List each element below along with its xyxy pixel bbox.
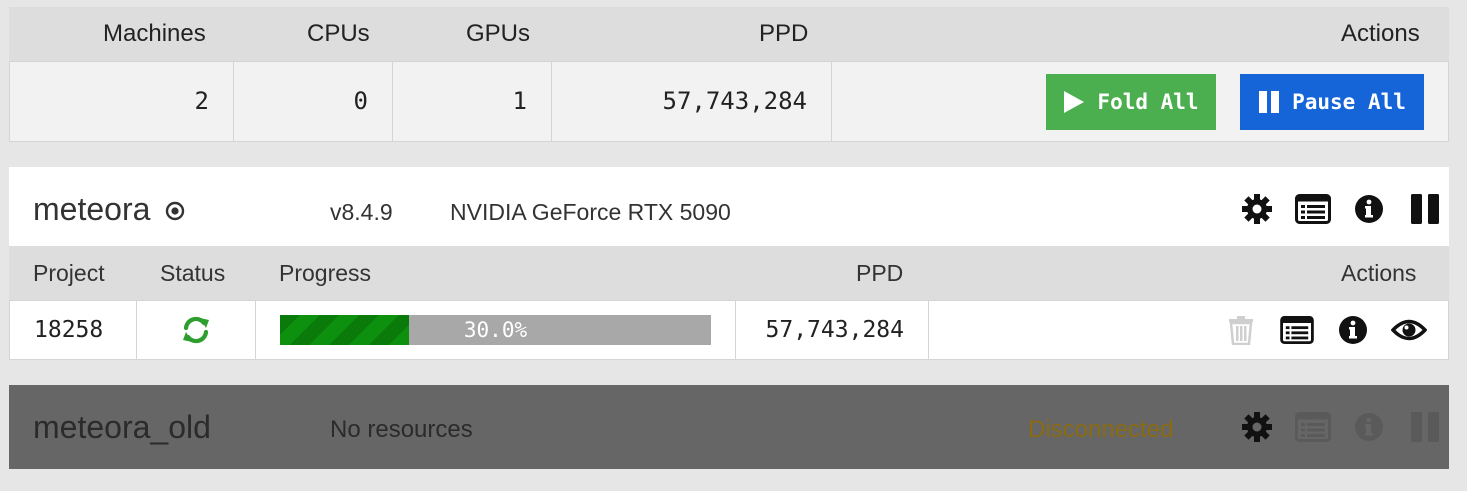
fold-all-button[interactable]: Fold All [1046, 74, 1216, 130]
pause-icon [1411, 412, 1439, 442]
units-header: Project Status Progress PPD Actions [9, 246, 1449, 300]
progress-bar: 30.0% [280, 315, 711, 345]
header-progress: Progress [279, 260, 372, 286]
machine-header: meteora v8.4.9 NVIDIA GeForce RTX 5090 [9, 167, 1449, 246]
delete-button[interactable] [1213, 312, 1269, 348]
gear-icon [1242, 194, 1272, 224]
header-status: Status [160, 260, 226, 286]
total-ppd: 57,743,284 [552, 62, 832, 141]
play-icon [1064, 91, 1085, 113]
unit-info-button[interactable] [1325, 312, 1381, 348]
list-icon [1280, 316, 1314, 344]
gpus-count: 1 [393, 62, 552, 141]
unit-progress-cell: 30.0% [256, 301, 736, 359]
pause-all-button[interactable]: Pause All [1240, 74, 1424, 130]
machine-resources: No resources [330, 416, 473, 443]
log-button [1285, 409, 1341, 445]
cpus-count: 0 [234, 62, 393, 141]
info-icon [1339, 316, 1367, 344]
list-icon [1295, 412, 1331, 442]
list-icon [1295, 194, 1331, 224]
settings-button[interactable] [1229, 191, 1285, 227]
machine-card-meteora-old: meteora_old No resources Disconnected [9, 385, 1449, 469]
summary-header: Machines CPUs GPUs PPD Actions [9, 7, 1449, 61]
summary-row: 2 0 1 57,743,284 Fold All Pause All [9, 61, 1449, 142]
progress-label: 30.0% [463, 318, 528, 342]
pause-machine-button[interactable] [1397, 191, 1453, 227]
sync-icon [183, 316, 209, 344]
info-icon [1355, 195, 1383, 223]
view-button[interactable] [1381, 312, 1437, 348]
info-icon [1355, 413, 1383, 441]
pause-icon [1411, 194, 1439, 224]
machine-name: meteora_old [33, 409, 211, 445]
info-button [1341, 409, 1397, 445]
connection-status: Disconnected [1028, 416, 1174, 443]
machine-gpu: NVIDIA GeForce RTX 5090 [450, 199, 731, 225]
pause-all-label: Pause All [1292, 90, 1406, 114]
trash-icon [1229, 316, 1253, 345]
machine-version: v8.4.9 [330, 199, 393, 225]
header-cpus: CPUs [307, 20, 370, 47]
unit-project: 18258 [10, 301, 137, 359]
summary-panel: Machines CPUs GPUs PPD Actions 2 0 1 57,… [9, 7, 1449, 142]
header-ppd: PPD [759, 20, 809, 47]
fold-all-label: Fold All [1097, 90, 1199, 114]
header-unit-actions: Actions [1341, 260, 1417, 286]
unit-actions [1213, 312, 1437, 348]
settings-button[interactable] [1229, 409, 1285, 445]
info-button[interactable] [1341, 191, 1397, 227]
unit-log-button[interactable] [1269, 312, 1325, 348]
header-gpus: GPUs [466, 20, 531, 47]
pause-machine-button [1397, 409, 1453, 445]
eye-icon [1391, 319, 1427, 341]
machines-count: 2 [10, 62, 234, 141]
machine-actions [1229, 191, 1453, 227]
header-project: Project [33, 260, 105, 286]
pause-icon [1259, 91, 1280, 113]
unit-ppd: 57,743,284 [736, 301, 929, 359]
target-icon[interactable] [165, 201, 185, 221]
gear-icon [1242, 412, 1272, 442]
unit-status [137, 301, 256, 359]
log-button[interactable] [1285, 191, 1341, 227]
machine-name: meteora [33, 167, 185, 251]
machine-actions [1229, 409, 1453, 445]
header-machines: Machines [103, 20, 206, 47]
table-row: 18258 30.0% 57,743,284 [9, 300, 1449, 360]
machine-name-text: meteora [33, 191, 151, 227]
machine-card-meteora: meteora v8.4.9 NVIDIA GeForce RTX 5090 P… [9, 167, 1449, 360]
header-unit-ppd: PPD [856, 260, 904, 286]
header-actions: Actions [1341, 20, 1420, 47]
